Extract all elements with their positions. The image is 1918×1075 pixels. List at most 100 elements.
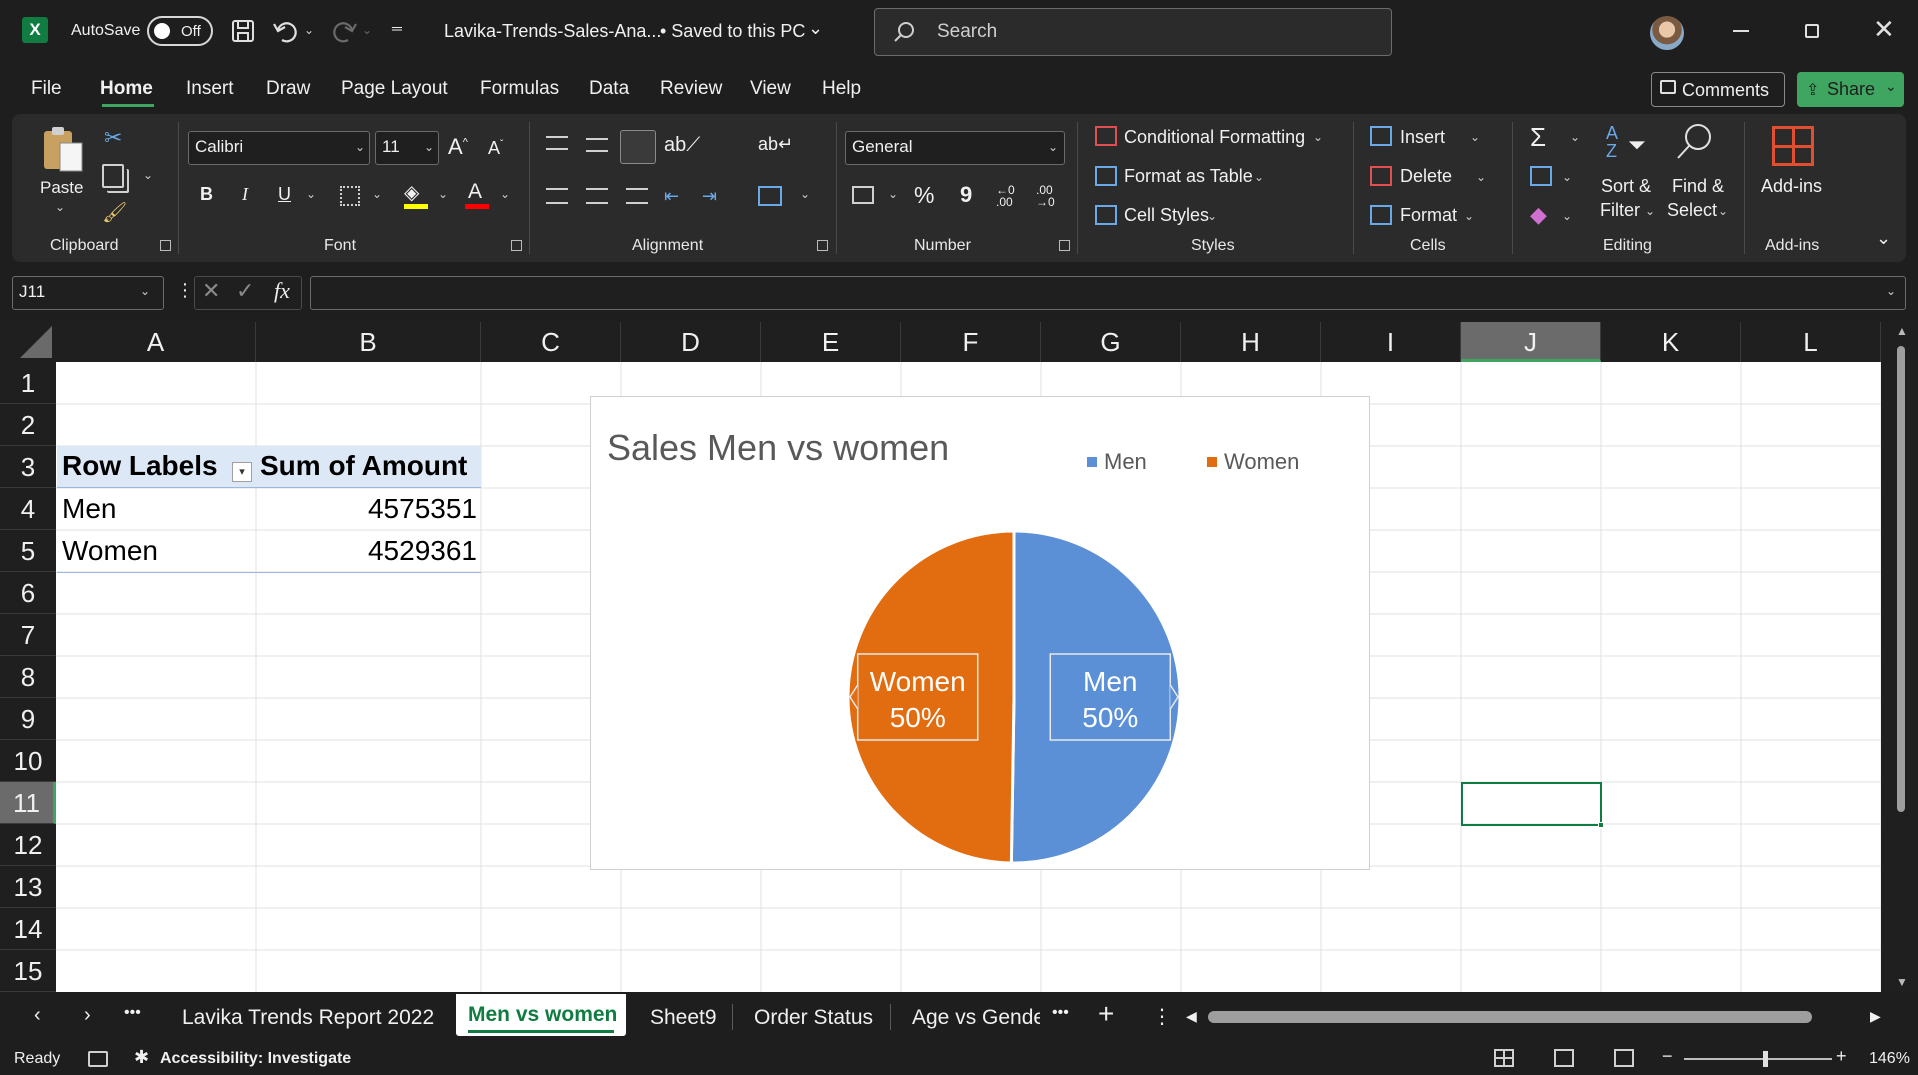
zoom-slider-track[interactable] — [1684, 1058, 1832, 1060]
font-color-dropdown-icon[interactable]: ⌄ — [500, 187, 510, 201]
conditional-formatting-dropdown-icon[interactable]: ⌄ — [1313, 130, 1323, 144]
save-icon[interactable] — [230, 18, 256, 44]
insert-function-icon[interactable]: fx — [274, 278, 290, 304]
delete-cells-dropdown-icon[interactable]: ⌄ — [1476, 170, 1486, 184]
autosum-icon[interactable]: Σ — [1530, 122, 1546, 153]
underline-button[interactable]: U — [278, 184, 291, 205]
row-header-14[interactable]: 14 — [0, 908, 56, 950]
paste-dropdown-icon[interactable]: ⌄ — [55, 200, 65, 214]
ribbon-collapse-icon[interactable]: ⌄ — [1876, 228, 1891, 249]
page-layout-view-icon[interactable] — [1554, 1049, 1574, 1067]
zoom-level[interactable]: 146% — [1869, 1050, 1910, 1068]
cancel-entry-icon[interactable]: ✕ — [202, 278, 220, 304]
fill-color-icon[interactable]: ◈ — [404, 180, 419, 205]
scroll-left-arrow[interactable]: ◀ — [1186, 1008, 1197, 1025]
column-header-e[interactable]: E — [761, 322, 901, 362]
pivot-row-value[interactable]: 4529361 — [256, 535, 477, 567]
tab-page-layout[interactable]: Page Layout — [341, 78, 448, 100]
prev-sheet-icon[interactable]: ‹ — [34, 1004, 41, 1027]
cell-styles-dropdown-icon[interactable]: ⌄ — [1207, 209, 1217, 223]
tab-help[interactable]: Help — [822, 78, 861, 100]
find-select-label-1[interactable]: Find & — [1672, 176, 1724, 197]
pivot-row-value[interactable]: 4575351 — [256, 493, 477, 525]
decrease-decimal-icon[interactable]: .00 →0 — [1036, 184, 1055, 208]
paste-icon[interactable] — [40, 125, 86, 175]
align-bottom-icon[interactable] — [620, 130, 656, 164]
format-as-table-icon[interactable] — [1095, 166, 1117, 186]
copy-icon[interactable] — [102, 164, 124, 188]
column-header-g[interactable]: G — [1041, 322, 1181, 362]
column-header-f[interactable]: F — [901, 322, 1041, 362]
redo-icon[interactable] — [330, 18, 358, 44]
tab-insert[interactable]: Insert — [186, 78, 234, 100]
insert-cells-label[interactable]: Insert — [1400, 127, 1445, 148]
number-format-box[interactable]: General — [845, 131, 1065, 165]
search-box[interactable]: Search — [874, 8, 1392, 56]
row-header-9[interactable]: 9 — [0, 698, 56, 740]
borders-dropdown-icon[interactable]: ⌄ — [372, 187, 382, 201]
column-header-b[interactable]: B — [256, 322, 481, 362]
horizontal-scrollbar-thumb[interactable] — [1208, 1011, 1812, 1023]
page-break-view-icon[interactable] — [1614, 1049, 1634, 1067]
sheet-tab-sheet9[interactable]: Sheet9 — [650, 1006, 717, 1030]
more-sheets-right-icon[interactable]: ••• — [1052, 1004, 1069, 1022]
clear-icon[interactable]: ◆ — [1530, 202, 1547, 228]
sheet-options-icon[interactable]: ⋮ — [1152, 1004, 1172, 1029]
more-sheets-left-icon[interactable]: ••• — [124, 1004, 141, 1022]
vertical-scrollbar-thumb[interactable] — [1897, 346, 1905, 812]
autosave-toggle[interactable]: Off — [147, 16, 213, 46]
row-header-15[interactable]: 15 — [0, 950, 56, 992]
cell-styles-label[interactable]: Cell Styles — [1124, 205, 1209, 226]
align-top-icon[interactable] — [546, 136, 568, 150]
worksheet-grid[interactable]: A B C D E F G H I J K L 1 2 3 4 5 6 7 8 … — [0, 322, 1918, 992]
row-header-2[interactable]: 2 — [0, 404, 56, 446]
conditional-formatting-icon[interactable] — [1095, 126, 1117, 146]
pivot-header-row-labels[interactable]: Row Labels — [62, 450, 218, 482]
sort-filter-dropdown-icon[interactable]: ⌄ — [1645, 204, 1655, 218]
tab-formulas[interactable]: Formulas — [480, 78, 559, 100]
align-left-icon[interactable] — [546, 188, 568, 204]
clipboard-launcher-icon[interactable] — [160, 240, 171, 251]
paste-label[interactable]: Paste — [40, 178, 83, 198]
tab-file[interactable]: File — [31, 78, 62, 100]
increase-indent-icon[interactable]: ⇥ — [702, 186, 717, 207]
find-select-label-2[interactable]: Select — [1667, 200, 1717, 221]
find-select-icon[interactable] — [1674, 122, 1714, 162]
accounting-dropdown-icon[interactable]: ⌄ — [888, 187, 898, 201]
number-launcher-icon[interactable] — [1059, 240, 1070, 251]
sheet-tab-men-vs-women[interactable]: Men vs women — [468, 1003, 617, 1027]
selected-cell-j11[interactable] — [1461, 782, 1602, 826]
normal-view-icon[interactable] — [1494, 1049, 1514, 1067]
insert-cells-dropdown-icon[interactable]: ⌄ — [1470, 130, 1480, 144]
delete-cells-label[interactable]: Delete — [1400, 166, 1452, 187]
data-label-men[interactable]: Men 50% — [1049, 653, 1179, 741]
tab-view[interactable]: View — [750, 78, 791, 100]
decrease-font-icon[interactable]: Aˇ — [488, 138, 503, 159]
sheet-tab-order-status[interactable]: Order Status — [754, 1006, 873, 1030]
sort-filter-label-1[interactable]: Sort & — [1601, 176, 1651, 197]
font-color-button[interactable]: A — [468, 180, 482, 204]
pivot-header-sum[interactable]: Sum of Amount — [260, 450, 467, 482]
row-header-7[interactable]: 7 — [0, 614, 56, 656]
row-header-10[interactable]: 10 — [0, 740, 56, 782]
font-name-dropdown-icon[interactable]: ⌄ — [355, 140, 365, 154]
formula-input[interactable] — [310, 276, 1906, 310]
scroll-down-arrow[interactable]: ▼ — [1896, 975, 1908, 989]
format-as-table-dropdown-icon[interactable]: ⌄ — [1254, 170, 1264, 184]
sort-filter-label-2[interactable]: Filter — [1600, 200, 1640, 221]
bold-button[interactable]: B — [200, 184, 213, 205]
scroll-right-arrow[interactable]: ▶ — [1870, 1008, 1881, 1025]
column-header-k[interactable]: K — [1601, 322, 1741, 362]
format-cells-dropdown-icon[interactable]: ⌄ — [1464, 209, 1474, 223]
cell-styles-icon[interactable] — [1095, 205, 1117, 225]
autosum-dropdown-icon[interactable]: ⌄ — [1570, 130, 1580, 144]
wrap-text-icon[interactable]: ab↵ — [758, 134, 793, 155]
sheet-tab-age-vs-gender[interactable]: Age vs Gende — [912, 1006, 1040, 1030]
column-header-j[interactable]: J — [1461, 322, 1601, 362]
tab-draw[interactable]: Draw — [266, 78, 310, 100]
fill-color-dropdown-icon[interactable]: ⌄ — [438, 187, 448, 201]
pivot-row-label[interactable]: Men — [62, 493, 116, 525]
increase-decimal-icon[interactable]: ←0.00 — [996, 184, 1015, 208]
column-header-a[interactable]: A — [56, 322, 256, 362]
column-header-i[interactable]: I — [1321, 322, 1461, 362]
